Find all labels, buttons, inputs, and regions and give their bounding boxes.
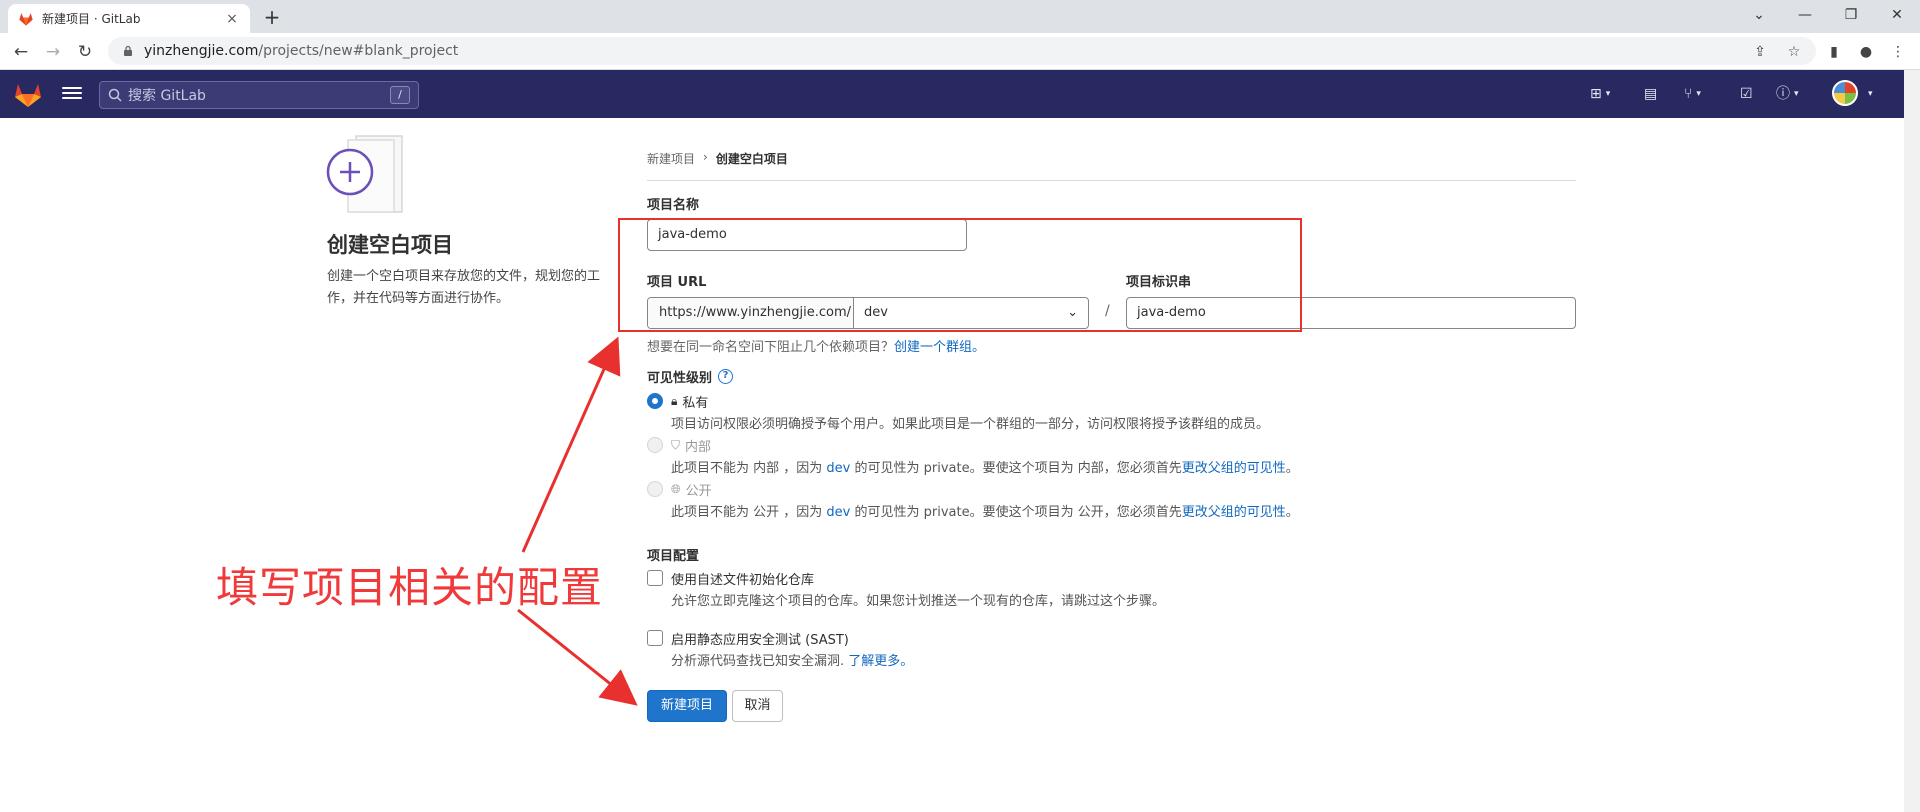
breadcrumb-divider bbox=[647, 180, 1576, 181]
create-group-link[interactable]: 创建一个群组。 bbox=[894, 340, 985, 355]
public-desc-text: 此项目不能为 公开 ，因为 bbox=[671, 505, 827, 520]
lock-icon bbox=[124, 45, 132, 56]
create-project-button[interactable]: 新建项目 bbox=[647, 690, 727, 722]
forward-icon[interactable]: → bbox=[40, 39, 66, 65]
avatar-caret-icon[interactable]: ▾ bbox=[1864, 84, 1873, 104]
lock-icon: 🔒︎ bbox=[671, 394, 678, 408]
public-desc-text2: 的可见性为 private。要使这个项目为 公开，您必须首先 bbox=[850, 505, 1182, 520]
address-bar-row: ← → ↻ yinzhengjie.com /projects/new#blan… bbox=[0, 33, 1920, 70]
gitlab-header: 搜索 GitLab / ⊞ ▾ ▤ ⑂ ▾ ☑ ⓘ ▾ ▾ bbox=[0, 70, 1904, 118]
issues-icon[interactable]: ▤ bbox=[1644, 84, 1657, 104]
back-icon[interactable]: ← bbox=[8, 39, 34, 65]
cancel-button[interactable]: 取消 bbox=[732, 690, 783, 722]
internal-desc-text: 此项目不能为 内部 ，因为 bbox=[671, 461, 827, 476]
sast-label[interactable]: 启用静态应用安全测试 (SAST) bbox=[671, 629, 849, 648]
search-icon bbox=[108, 88, 122, 102]
readme-description: 允许您立即克隆这个项目的仓库。如果您计划推送一个现有的仓库，请跳过这个步骤。 bbox=[671, 594, 1166, 609]
url-path: /projects/new#blank_project bbox=[258, 43, 459, 59]
gitlab-logo-icon[interactable] bbox=[14, 82, 42, 108]
browser-menu-icon[interactable]: ⋮ bbox=[1886, 40, 1910, 64]
public-desc-end: 。 bbox=[1285, 505, 1299, 520]
visibility-help-icon[interactable]: ? bbox=[718, 369, 734, 384]
breadcrumb-current: 创建空白项目 bbox=[715, 152, 788, 166]
internal-label-text: 内部 bbox=[685, 440, 712, 455]
breadcrumb-separator-icon: › bbox=[703, 150, 708, 164]
visibility-label: 可见性级别 ? bbox=[647, 367, 734, 386]
globe-icon: 🌐︎ bbox=[671, 482, 681, 496]
page-description: 创建一个空白项目来存放您的文件，规划您的工作，并在代码等方面进行协作。 bbox=[327, 269, 601, 306]
sast-desc-text: 分析源代码查找已知安全漏洞. bbox=[671, 654, 845, 669]
internal-option-label: ⛉ 内部 bbox=[671, 436, 711, 455]
blank-project-illustration-icon bbox=[326, 135, 403, 213]
group-hint: 想要在同一命名空间下阻止几个依赖项目？创建一个群组。 bbox=[647, 336, 985, 355]
search-placeholder: 搜索 GitLab bbox=[128, 88, 206, 104]
page-title: 创建空白项目 bbox=[327, 233, 453, 257]
tab-title: 新建项目 · GitLab bbox=[42, 12, 141, 26]
annotation-arrows bbox=[517, 336, 638, 706]
gitlab-favicon-icon bbox=[19, 12, 33, 26]
minimize-icon[interactable]: — bbox=[1782, 0, 1828, 33]
project-name-label: 项目名称 bbox=[647, 198, 700, 213]
bookmark-star-icon[interactable]: ☆ bbox=[1782, 40, 1806, 64]
help-icon[interactable]: ⓘ ▾ bbox=[1776, 84, 1799, 104]
public-option-label: 🌐︎ 公开 bbox=[671, 480, 712, 499]
browser-tab-bar: 新建项目 · GitLab × + ⌄ — ❐ ✕ bbox=[0, 0, 1920, 33]
internal-dev-link[interactable]: dev bbox=[826, 461, 850, 476]
user-avatar[interactable] bbox=[1832, 80, 1858, 106]
internal-change-visibility-link[interactable]: 更改父组的可见性 bbox=[1182, 461, 1286, 476]
tab-close-icon[interactable]: × bbox=[224, 11, 240, 27]
sast-description: 分析源代码查找已知安全漏洞. 了解更多。 bbox=[671, 650, 913, 669]
private-option-label: 🔒︎ 私有 bbox=[671, 392, 708, 411]
public-dev-link[interactable]: dev bbox=[826, 505, 850, 520]
public-change-visibility-link[interactable]: 更改父组的可见性 bbox=[1182, 505, 1286, 520]
project-config-label: 项目配置 bbox=[647, 549, 700, 564]
restore-icon[interactable]: ❐ bbox=[1828, 0, 1874, 33]
create-new-icon[interactable]: ⊞ ▾ bbox=[1590, 84, 1610, 104]
url-bar[interactable]: yinzhengjie.com /projects/new#blank_proj… bbox=[108, 37, 1816, 65]
visibility-public-radio[interactable] bbox=[647, 481, 663, 497]
share-icon[interactable]: ⇪ bbox=[1748, 40, 1772, 64]
private-description: 项目访问权限必须明确授予每个用户。如果此项目是一个群组的一部分，访问权限将授予该… bbox=[671, 417, 1270, 432]
public-description: 此项目不能为 公开 ，因为 dev 的可见性为 private。要使这个项目为 … bbox=[671, 501, 1299, 520]
gitlab-search-input[interactable]: 搜索 GitLab / bbox=[99, 81, 419, 109]
sast-learn-more-link[interactable]: 了解更多。 bbox=[848, 654, 913, 669]
readme-checkbox[interactable] bbox=[647, 570, 663, 586]
breadcrumb: 新建项目 › 创建空白项目 bbox=[647, 150, 788, 167]
internal-desc-end: 。 bbox=[1285, 461, 1299, 476]
shield-icon: ⛉ bbox=[671, 438, 681, 452]
profile-icon[interactable]: ● bbox=[1854, 40, 1878, 64]
page-scrollbar[interactable] bbox=[1904, 70, 1920, 812]
merge-requests-icon[interactable]: ⑂ ▾ bbox=[1684, 84, 1701, 104]
url-host: yinzhengjie.com bbox=[144, 43, 259, 59]
internal-description: 此项目不能为 内部 ，因为 dev 的可见性为 private。要使这个项目为 … bbox=[671, 457, 1299, 476]
sast-checkbox[interactable] bbox=[647, 630, 663, 646]
new-tab-button[interactable]: + bbox=[258, 4, 286, 32]
close-window-icon[interactable]: ✕ bbox=[1874, 0, 1920, 33]
private-label-text: 私有 bbox=[682, 396, 709, 411]
reload-icon[interactable]: ↻ bbox=[72, 39, 98, 65]
visibility-internal-radio[interactable] bbox=[647, 437, 663, 453]
visibility-label-text: 可见性级别 bbox=[647, 371, 713, 386]
tab-search-icon[interactable]: ⌄ bbox=[1736, 0, 1782, 33]
public-label-text: 公开 bbox=[685, 484, 712, 499]
breadcrumb-parent[interactable]: 新建项目 bbox=[647, 150, 695, 167]
menu-hamburger-icon[interactable] bbox=[62, 84, 82, 104]
annotation-highlight-box bbox=[618, 218, 1302, 332]
internal-desc-text2: 的可见性为 private。要使这个项目为 内部，您必须首先 bbox=[850, 461, 1182, 476]
browser-tab[interactable]: 新建项目 · GitLab × bbox=[8, 4, 250, 33]
search-shortcut-badge: / bbox=[390, 86, 410, 104]
annotation-arrow-down bbox=[517, 608, 638, 706]
readme-label[interactable]: 使用自述文件初始化仓库 bbox=[671, 569, 814, 588]
annotation-text: 填写项目相关的配置 bbox=[216, 563, 604, 612]
annotation-arrow-up bbox=[521, 336, 621, 553]
side-panel-icon[interactable]: ▮ bbox=[1822, 40, 1846, 64]
visibility-private-radio[interactable] bbox=[647, 393, 663, 409]
group-hint-text: 想要在同一命名空间下阻止几个依赖项目？ bbox=[647, 340, 895, 355]
todo-icon[interactable]: ☑ bbox=[1740, 84, 1753, 104]
